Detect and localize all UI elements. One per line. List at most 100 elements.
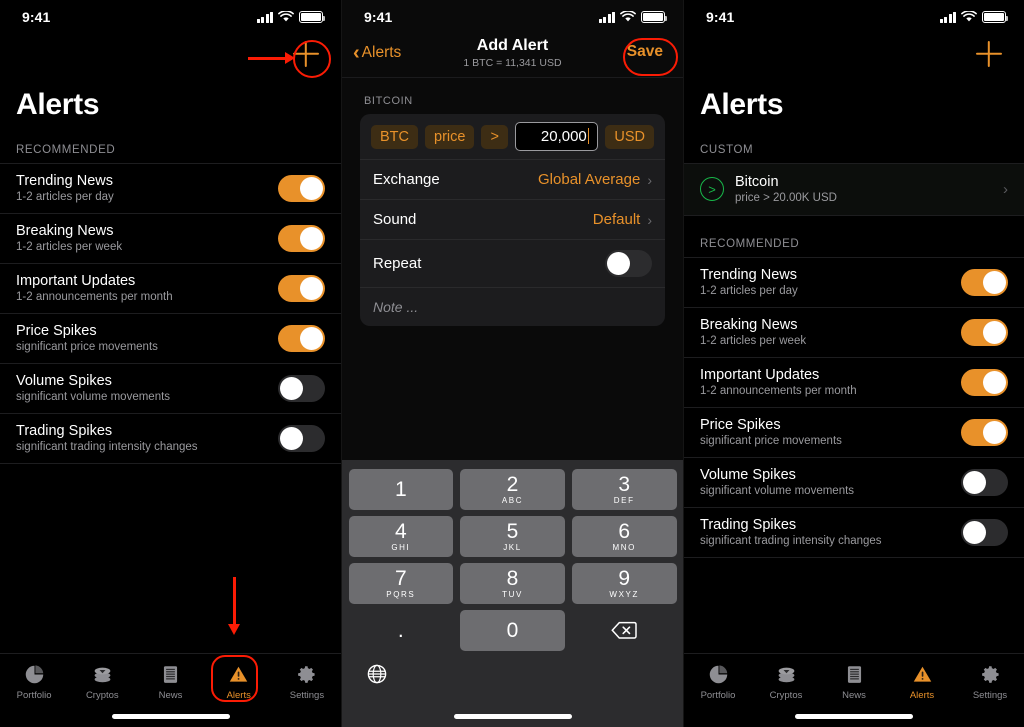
tab-settings[interactable]: Settings [956, 663, 1024, 701]
toggle-switch[interactable] [961, 268, 1008, 296]
sound-value: Default [592, 211, 641, 228]
toggle-switch[interactable] [278, 324, 325, 352]
toggle-switch[interactable] [278, 274, 325, 302]
tab-news[interactable]: News [136, 663, 204, 701]
navigation-bar: ‹ Alerts Add Alert 1 BTC = 11,341 USD Sa… [342, 34, 683, 78]
exchange-row[interactable]: Exchange Global Average › [360, 159, 665, 199]
tab-settings[interactable]: Settings [273, 663, 341, 701]
toggle-switch[interactable] [278, 174, 325, 202]
list-item[interactable]: Important Updates 1-2 announcements per m… [684, 357, 1024, 407]
list-item[interactable]: Trending News 1-2 articles per day [684, 257, 1024, 307]
document-lines-icon [160, 663, 182, 685]
status-bar: 9:41 [0, 0, 341, 34]
section-header-recommended: RECOMMENDED [16, 144, 116, 156]
chevron-right-icon: › [647, 171, 652, 188]
key-9[interactable]: 9 WXYZ [571, 563, 677, 604]
toggle-switch[interactable] [278, 374, 325, 402]
tab-label: Portfolio [700, 690, 736, 701]
key-2[interactable]: 2 ABC [460, 469, 565, 510]
list-item[interactable]: Breaking News 1-2 articles per week [0, 213, 341, 263]
list-item-subtitle: significant price movements [700, 435, 842, 447]
tab-cryptos[interactable]: Cryptos [752, 663, 820, 701]
nav-row [684, 34, 1024, 74]
list-item[interactable]: Important Updates 1-2 announcements per m… [0, 263, 341, 313]
key-decimal[interactable]: . [349, 610, 454, 651]
key-4[interactable]: 4 GHI [348, 516, 454, 557]
toggle-switch[interactable] [278, 424, 325, 452]
toggle-switch[interactable] [961, 418, 1008, 446]
key-letters: GHI [391, 543, 411, 552]
tab-label: Settings [289, 690, 325, 701]
list-item-title: Trending News [16, 173, 113, 189]
key-backspace[interactable] [572, 610, 677, 651]
metric-chip[interactable]: price [425, 124, 475, 149]
key-5[interactable]: 5 JKL [460, 516, 565, 557]
panel-alerts-with-custom: 9:41 Alerts CUSTOM > Bitcoin price > 20.… [683, 0, 1024, 727]
list-item[interactable]: Price Spikes significant price movements [0, 313, 341, 363]
save-button[interactable]: Save [627, 43, 663, 61]
list-item-title: Price Spikes [700, 417, 781, 433]
list-item[interactable]: Trading Spikes significant trading intens… [0, 413, 341, 463]
list-bottom-divider [684, 557, 1024, 558]
note-placeholder[interactable]: Note ... [360, 287, 665, 326]
custom-alert-item[interactable]: > Bitcoin price > 20.00K USD › [684, 163, 1024, 216]
list-item-subtitle: 1-2 articles per week [16, 241, 123, 253]
tab-cryptos[interactable]: Cryptos [68, 663, 136, 701]
tab-label: Alerts [226, 690, 251, 701]
currency-chip[interactable]: USD [605, 124, 654, 149]
key-letters: WXYZ [609, 590, 639, 599]
tab-portfolio[interactable]: Portfolio [684, 663, 752, 701]
gear-icon [979, 663, 1001, 685]
operator-chip[interactable]: > [481, 124, 508, 149]
add-alert-button[interactable] [976, 41, 1002, 67]
tab-news[interactable]: News [820, 663, 888, 701]
key-1[interactable]: 1 [348, 469, 454, 510]
globe-icon[interactable] [366, 663, 388, 685]
exchange-label: Exchange [373, 171, 440, 188]
keypad-row: 7 PQRS 8 TUV 9 WXYZ [345, 560, 680, 607]
tab-label: News [842, 690, 866, 701]
screenshot-stage: 9:41 Alerts RECOMMENDED Trending News 1-2… [0, 0, 1024, 727]
key-3[interactable]: 3 DEF [571, 469, 677, 510]
chevron-right-icon: › [1003, 180, 1008, 198]
key-number: . [397, 619, 404, 642]
list-item[interactable]: Trading Spikes significant trading intens… [684, 507, 1024, 557]
tab-portfolio[interactable]: Portfolio [0, 663, 68, 701]
toggle-switch[interactable] [278, 224, 325, 252]
key-0[interactable]: 0 [460, 610, 565, 651]
document-lines-icon [843, 663, 865, 685]
toggle-switch[interactable] [961, 318, 1008, 346]
tab-label: Portfolio [16, 690, 52, 701]
tab-alerts[interactable]: Alerts [888, 663, 956, 701]
key-letters: JKL [503, 543, 522, 552]
cellular-bars-icon [256, 11, 273, 23]
key-8[interactable]: 8 TUV [460, 563, 565, 604]
wifi-icon [620, 11, 636, 22]
nav-row [0, 34, 341, 74]
list-item[interactable]: Volume Spikes significant volume movement… [684, 457, 1024, 507]
repeat-row[interactable]: Repeat [360, 239, 665, 287]
key-7[interactable]: 7 PQRS [348, 563, 454, 604]
list-item[interactable]: Volume Spikes significant volume movement… [0, 363, 341, 413]
key-6[interactable]: 6 MNO [571, 516, 677, 557]
key-number: 6 [618, 520, 631, 543]
toggle-switch[interactable] [961, 468, 1008, 496]
section-header-bitcoin: BITCOIN [364, 95, 413, 107]
key-letters: MNO [612, 543, 636, 552]
toggle-switch[interactable] [961, 368, 1008, 396]
key-number: 0 [506, 619, 519, 642]
threshold-value-input[interactable]: 20,000 [514, 122, 599, 151]
toggle-switch[interactable] [961, 518, 1008, 546]
recommended-list: Trending News 1-2 articles per day Breaki… [0, 163, 341, 464]
asset-chip[interactable]: BTC [371, 124, 418, 149]
repeat-toggle[interactable] [605, 250, 652, 277]
tab-alerts[interactable]: Alerts [205, 663, 273, 701]
key-letters: DEF [613, 496, 635, 505]
alert-form-card: BTC price > 20,000 USD Exchange Global A… [360, 114, 665, 326]
list-item[interactable]: Trending News 1-2 articles per day [0, 163, 341, 213]
list-item[interactable]: Price Spikes significant price movements [684, 407, 1024, 457]
sound-row[interactable]: Sound Default › [360, 199, 665, 239]
list-item[interactable]: Breaking News 1-2 articles per week [684, 307, 1024, 357]
list-item-title: Important Updates [700, 367, 820, 383]
add-alert-button[interactable] [293, 41, 319, 67]
